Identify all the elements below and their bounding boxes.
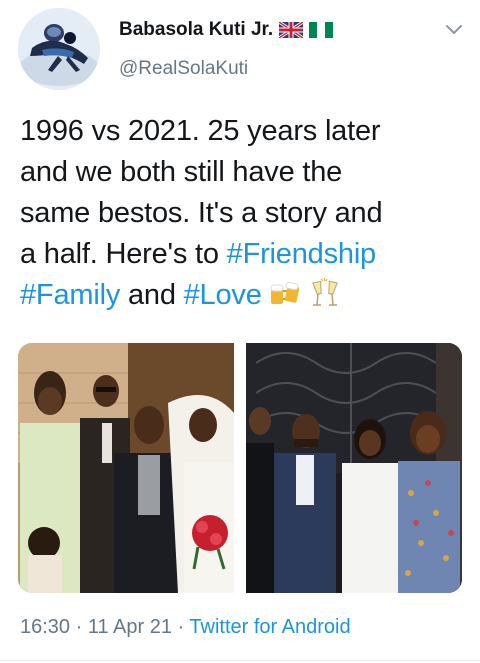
meta-separator: · xyxy=(171,616,190,638)
photo-1996[interactable] xyxy=(18,343,234,593)
tweet-text-line: and we both still have the xyxy=(20,152,465,193)
hashtag-link[interactable]: #Love xyxy=(184,279,262,311)
avatar[interactable] xyxy=(18,8,100,90)
hashtag-link[interactable]: #Friendship xyxy=(227,238,377,270)
photo-2021[interactable] xyxy=(246,343,462,593)
tweet-date[interactable]: 11 Apr 21 xyxy=(88,616,172,638)
user-name[interactable]: Babasola Kuti Jr. xyxy=(119,19,273,41)
display-name[interactable]: Babasola Kuti Jr. xyxy=(119,19,334,41)
tweet-time[interactable]: 16:30 xyxy=(20,616,70,638)
avatar-skydiving-image xyxy=(18,8,100,90)
champagne-glasses-icon xyxy=(311,277,338,306)
chevron-down-icon[interactable] xyxy=(444,22,464,38)
tweet-media[interactable] xyxy=(18,343,462,593)
tweet-text-segment: same bestos. It's a story and xyxy=(20,197,383,229)
hashtag-link[interactable]: #Family xyxy=(20,279,120,311)
tweet-text-line: 1996 vs 2021. 25 years later xyxy=(20,111,465,152)
tweet-text-segment: a half. Here's to xyxy=(20,238,227,270)
photo-1996-image xyxy=(18,343,234,593)
beer-mugs-icon xyxy=(270,281,299,304)
tweet-text-segment: and we both still have the xyxy=(20,156,343,188)
tweet-text-line: same bestos. It's a story and xyxy=(20,193,465,234)
uk-flag-icon xyxy=(279,22,304,38)
tweet-text-segment: and xyxy=(120,279,184,311)
tweet-text-line: a half. Here's to #Friendship xyxy=(20,234,465,275)
tweet-text: 1996 vs 2021. 25 years later and we both … xyxy=(20,111,465,316)
tweet-text-segment: 1996 vs 2021. 25 years later xyxy=(20,115,381,147)
tweet-text-line: #Family and #Love xyxy=(20,275,465,316)
tweet-meta: 16:30 · 11 Apr 21 · Twitter for Android xyxy=(20,616,351,639)
nigeria-flag-icon xyxy=(309,22,334,38)
tweet-source-link[interactable]: Twitter for Android xyxy=(189,616,350,638)
divider xyxy=(0,660,480,661)
user-handle[interactable]: @RealSolaKuti xyxy=(119,58,248,80)
photo-2021-image xyxy=(246,343,462,593)
meta-separator: · xyxy=(70,616,88,638)
